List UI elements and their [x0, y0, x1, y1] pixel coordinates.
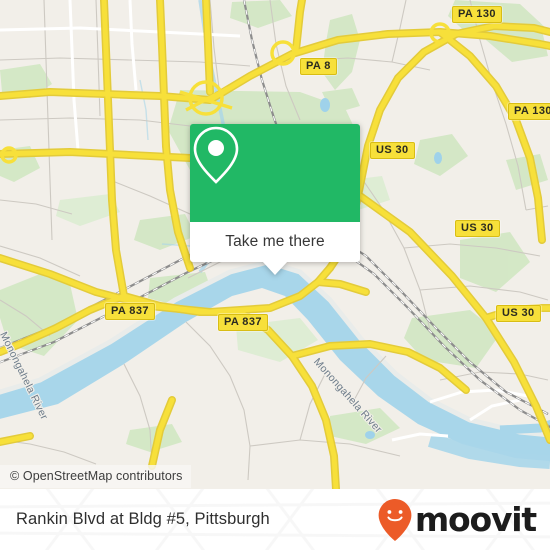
shield-pa-8[interactable]: PA 8: [300, 58, 337, 75]
moovit-brand[interactable]: moovit: [377, 498, 536, 542]
map-canvas[interactable]: Monongahela River Monongahela River PA 1…: [0, 0, 550, 489]
map-attribution[interactable]: © OpenStreetMap contributors: [0, 465, 191, 488]
shield-us-30-east[interactable]: US 30: [496, 305, 541, 322]
callout-icon-area: [190, 124, 360, 222]
location-callout[interactable]: Take me there: [190, 124, 360, 262]
moovit-wordmark: moovit: [415, 503, 536, 536]
shield-pa-130-east[interactable]: PA 130: [508, 103, 550, 120]
callout-pointer: [262, 261, 288, 275]
footer-bar: Rankin Blvd at Bldg #5, Pittsburgh moovi…: [0, 489, 550, 550]
map-page: Monongahela River Monongahela River PA 1…: [0, 0, 550, 550]
shield-pa-837-east[interactable]: PA 837: [218, 314, 268, 331]
take-me-there-button[interactable]: Take me there: [190, 222, 360, 262]
location-title: Rankin Blvd at Bldg #5, Pittsburgh: [16, 510, 270, 529]
shield-us-30-center[interactable]: US 30: [455, 220, 500, 237]
take-me-there-label: Take me there: [225, 233, 325, 251]
map-pin-icon: [190, 124, 242, 186]
shield-pa-837-west[interactable]: PA 837: [105, 303, 155, 320]
shield-us-30-west[interactable]: US 30: [370, 142, 415, 159]
shield-pa-130-north[interactable]: PA 130: [452, 6, 502, 23]
moovit-smiley-pin-icon: [377, 498, 413, 542]
